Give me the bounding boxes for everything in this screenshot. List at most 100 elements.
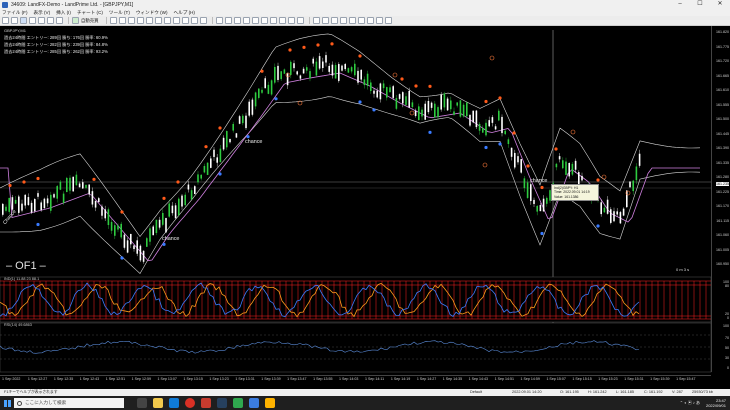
taskbar-clock[interactable]: 23:47 2022/09/01 (706, 398, 726, 408)
candle-body (318, 56, 321, 69)
mail-icon[interactable] (249, 398, 259, 408)
sell-signal-arrow-icon (540, 185, 544, 190)
indicator2-scale-label: 50 (725, 346, 729, 350)
candle-body (616, 211, 618, 215)
office-icon[interactable] (201, 398, 211, 408)
candle-body (546, 197, 548, 204)
candle-body (600, 202, 602, 215)
price-tick-label: 161.390 (716, 146, 729, 150)
time-tick-label: 1 Sep 15:39 (650, 377, 670, 381)
candle-body (562, 160, 564, 169)
candle-body (72, 176, 74, 192)
status-close: C: 161.192 (644, 390, 663, 394)
indicator2-panel (0, 322, 712, 373)
candle-body (494, 126, 497, 130)
edge-icon[interactable] (169, 398, 179, 408)
sell-signal-arrow-icon (428, 84, 432, 88)
moving-average (0, 72, 700, 262)
candle-body (242, 115, 244, 124)
price-tick-label: 161.610 (716, 88, 729, 92)
price-chart[interactable] (0, 0, 730, 389)
candle-body (629, 181, 631, 188)
candle-body (427, 100, 430, 113)
time-tick-label: 1 Sep 13:39 (261, 377, 281, 381)
time-tick-label: 1 Sep 15:23 (598, 377, 618, 381)
candle-body (395, 98, 398, 109)
candle-body (126, 240, 129, 253)
stats-line: 過去24時間 エントリー: 285回 勝ち: 262回 勝率: 93.2% (4, 49, 108, 54)
time-tick-label: 1 Sep 13:23 (209, 377, 229, 381)
time-tick-label: 1 Sep 13:07 (157, 377, 177, 381)
buy-signal-arrow-icon (274, 97, 278, 101)
candle-body (146, 238, 148, 247)
candle-body (632, 180, 634, 192)
tray-icons[interactable]: ⌃ ◐ ▣ ♪ あ (680, 400, 700, 406)
time-tick-label: 1 Sep 14:19 (390, 377, 411, 381)
status-profile[interactable]: Default (470, 390, 482, 394)
start-button[interactable] (0, 396, 14, 410)
entry-stats: 過去24時間 エントリー: 289回 勝ち: 176回 勝率: 60.9% 過去… (4, 34, 108, 55)
time-tick-label: 1 Sep 13:15 (183, 377, 203, 381)
line-app-icon[interactable] (233, 398, 243, 408)
candle-body (328, 65, 330, 72)
candle-body (517, 156, 519, 163)
candle-body (421, 109, 423, 117)
candle-body (619, 212, 622, 224)
indicator1-scale-label: 80 (725, 284, 729, 288)
sell-signal-arrow-icon (400, 77, 404, 81)
candle-body (213, 149, 215, 157)
file-explorer-icon[interactable] (153, 398, 163, 408)
candle-body (27, 197, 30, 205)
of1-label: – OF1 – (6, 260, 46, 272)
candle-body (379, 83, 382, 100)
sell-signal-arrow-icon (498, 96, 502, 100)
candle-body (174, 205, 177, 219)
time-tick-label: 1 Sep 13:55 (313, 377, 333, 381)
exit-marker-icon (482, 162, 488, 168)
candle-body (165, 218, 167, 233)
time-tick-label: 1 Sep 15:15 (572, 377, 592, 381)
mt4-taskbar-icon[interactable] (217, 398, 227, 408)
indicator1-panel (0, 276, 712, 323)
candle-body (325, 55, 327, 63)
candle-body (610, 209, 612, 223)
candle-body (411, 102, 414, 107)
taskbar-search[interactable]: ここに入力して検索 (14, 398, 124, 408)
bar-timer: 0 m 3 s (676, 267, 690, 272)
candle-body (450, 100, 452, 110)
candle-body (331, 64, 334, 76)
time-axis[interactable]: 1 Sep 2022 1 Sep 12:27 1 Sep 12:35 1 Sep 12… (0, 375, 711, 382)
candle-body (104, 209, 106, 219)
candle-body (446, 98, 449, 111)
price-axis[interactable]: 161.820 161.775 161.720 161.665 161.610 161.5… (711, 26, 730, 372)
sticky-notes-icon[interactable] (265, 398, 275, 408)
system-tray: ⌃ ◐ ▣ ♪ あ 23:47 2022/09/01 (680, 396, 726, 410)
candle-body (14, 199, 17, 204)
status-high: H: 161.242 (588, 390, 607, 394)
candle-body (69, 177, 71, 191)
price-tick-label: 161.500 (716, 117, 729, 121)
buy-signal-arrow-icon (36, 222, 40, 227)
candle-body (78, 183, 81, 188)
candle-body (98, 198, 100, 203)
candle-body (635, 166, 638, 181)
time-tick-label: 1 Sep 15:31 (624, 377, 644, 381)
candle-body (606, 199, 609, 214)
candle-body (40, 202, 42, 210)
candle-body (437, 107, 439, 118)
candle-body (46, 198, 49, 204)
price-tick-label: 161.225 (716, 189, 729, 194)
sell-signal-arrow-icon (8, 183, 12, 188)
indicator2-scale-label: 0 (727, 366, 729, 370)
chrome-icon[interactable] (185, 398, 195, 408)
sell-signal-arrow-icon (162, 196, 166, 200)
candle-body (267, 84, 270, 94)
candle-body (280, 71, 282, 80)
price-tick-label: 161.005 (716, 247, 729, 252)
task-view-icon[interactable] (137, 398, 147, 408)
candle-body (229, 139, 231, 143)
candle-body (293, 63, 295, 69)
candle-body (482, 127, 484, 133)
price-tick-label: 160.950 (716, 262, 729, 266)
candle-body (613, 211, 615, 222)
